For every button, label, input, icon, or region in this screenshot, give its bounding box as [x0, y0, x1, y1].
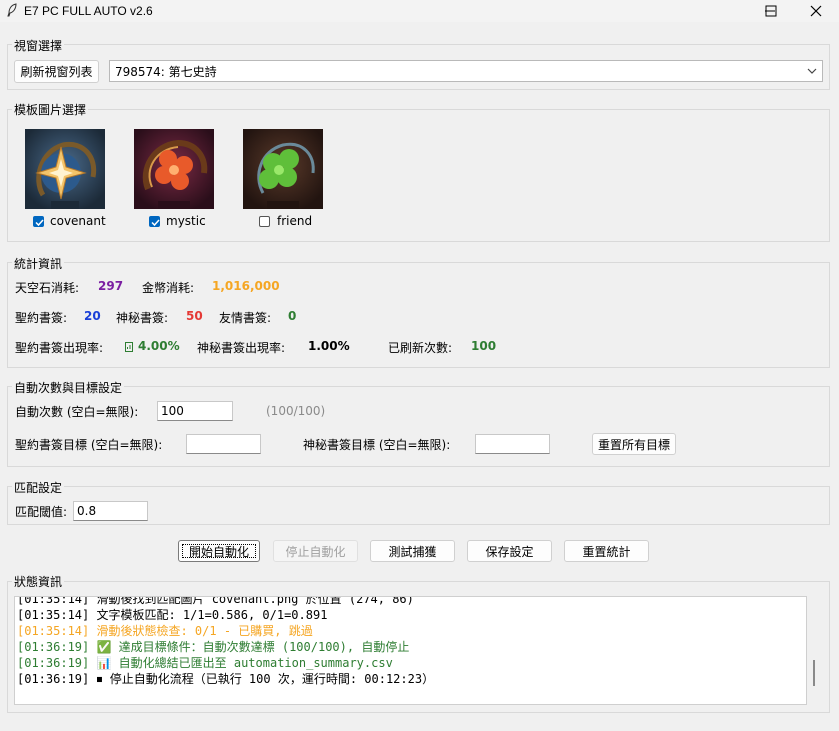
log-line: [01:35:14] 文字模板匹配: 1/1=0.586, 0/1=0.891: [17, 608, 328, 622]
log-line: [01:36:19] ⏹ 停止自動化流程（已執行 100 次，運行時間: 00:…: [17, 672, 435, 686]
mystic-template-image: [134, 129, 214, 209]
reset-targets-button[interactable]: 重置所有目標: [592, 433, 676, 455]
skystone-value: 297: [98, 279, 124, 293]
feather-icon: [7, 3, 17, 17]
mystic-count-label: 神秘書簽:: [116, 311, 169, 325]
match-settings-label: 匹配設定: [12, 479, 65, 496]
mystic-rate-value: 1.00%: [308, 339, 350, 353]
refresh-count-value: 100: [471, 339, 497, 353]
covenant-rate-label: 聖約書簽出現率:: [15, 341, 104, 355]
mystic-target-input[interactable]: [475, 434, 550, 454]
mystic-checkbox-label: mystic: [166, 214, 206, 228]
refresh-count-label: 已刷新次數:: [388, 341, 453, 355]
mystic-rate-label: 神秘書簽出現率:: [197, 341, 286, 355]
title-bar: E7 PC FULL AUTO v2.6: [0, 0, 839, 22]
log-scrollbar-thumb[interactable]: [813, 660, 815, 686]
skystone-label: 天空石消耗:: [15, 281, 80, 295]
auto-count-input[interactable]: 100: [157, 401, 233, 421]
log-line: [01:35:14] 滑動後狀態檢查: 0/1 - 已購買, 跳過: [17, 624, 313, 638]
friend-template-image: [243, 129, 323, 209]
stats-label: 統計資訊: [12, 255, 65, 272]
auto-settings-group: [7, 386, 830, 467]
template-selection-label: 模板圖片選擇: [12, 101, 89, 118]
auto-settings-label: 自動次數與目標設定: [12, 379, 125, 396]
stop-automation-button[interactable]: 停止自動化: [273, 540, 358, 562]
covenant-checkbox[interactable]: [33, 216, 44, 227]
auto-count-value: 100: [161, 404, 184, 418]
save-settings-button[interactable]: 保存設定: [467, 540, 552, 562]
window-select-dropdown[interactable]: 798574: 第七史詩: [109, 60, 823, 82]
log-line: [01:36:19] ✅ 達成目標條件：自動次數達標 (100/100), 自動…: [17, 640, 410, 654]
covenant-count-label: 聖約書簽:: [15, 311, 68, 325]
log-line: [01:36:19] 📊 自動化總結已匯出至 automation_summar…: [17, 656, 393, 670]
template-selection-group: [7, 109, 830, 242]
friend-count-label: 友情書簽:: [219, 311, 272, 325]
start-automation-button[interactable]: 開始自動化: [178, 540, 260, 562]
window-title: E7 PC FULL AUTO v2.6: [24, 4, 153, 18]
gold-label: 金幣消耗:: [142, 281, 195, 295]
test-capture-button[interactable]: 測試捕獲: [370, 540, 455, 562]
threshold-label: 匹配閾值:: [15, 505, 68, 519]
auto-count-progress: (100/100): [266, 404, 326, 418]
gold-value: 1,016,000: [212, 279, 280, 293]
threshold-input[interactable]: 0.8: [73, 501, 148, 521]
mystic-count-value: 50: [186, 309, 203, 323]
chevron-down-icon: [807, 68, 817, 74]
covenant-checkbox-label: covenant: [50, 214, 106, 228]
chart-icon: [125, 342, 133, 352]
covenant-count-value: 20: [84, 309, 101, 323]
close-button[interactable]: [793, 0, 839, 22]
mystic-checkbox[interactable]: [149, 216, 160, 227]
auto-count-label: 自動次數 (空白=無限):: [15, 405, 139, 419]
friend-checkbox-label: friend: [277, 214, 313, 228]
covenant-template-image: [25, 129, 105, 209]
covenant-target-label: 聖約書簽目標 (空白=無限):: [15, 438, 163, 452]
threshold-value: 0.8: [77, 504, 97, 518]
maximize-icon: [765, 5, 777, 17]
refresh-window-list-button[interactable]: 刷新視窗列表: [14, 60, 99, 83]
maximize-button[interactable]: [748, 0, 794, 22]
status-log[interactable]: [01:35:14] 滑動後找到匹配圖片 covenant.png 於位置 (2…: [14, 596, 807, 705]
status-label: 狀態資訊: [12, 573, 65, 590]
window-selection-label: 視窗選擇: [12, 37, 65, 54]
covenant-rate-value: 4.00%: [138, 339, 180, 353]
friend-count-value: 0: [288, 309, 297, 323]
reset-stats-button[interactable]: 重置統計: [564, 540, 649, 562]
window-select-value: 798574: 第七史詩: [115, 64, 217, 79]
mystic-target-label: 神秘書簽目標 (空白=無限):: [303, 438, 451, 452]
friend-checkbox[interactable]: [259, 216, 270, 227]
close-icon: [810, 5, 822, 17]
covenant-target-input[interactable]: [186, 434, 261, 454]
